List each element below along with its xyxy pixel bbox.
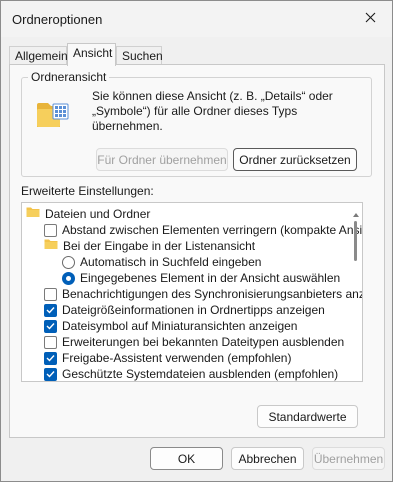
list-item-hide-extensions[interactable]: Erweiterungen bei bekannten Dateitypen a… <box>44 334 344 350</box>
list-item-label: Geschützte Systemdateien ausblenden (emp… <box>62 367 339 381</box>
apply-button[interactable]: Übernehmen <box>312 447 385 470</box>
list-item-label: Dateisymbol auf Miniaturansichten anzeig… <box>62 319 298 333</box>
reset-folders-button[interactable]: Ordner zurücksetzen <box>233 148 357 171</box>
tab-panel-ansicht: Ordneransicht Sie können diese Ansicht (… <box>9 64 385 438</box>
advanced-settings-list[interactable]: Dateien und Ordner Abstand zwischen Elem… <box>21 202 363 382</box>
folder-icon <box>44 238 58 254</box>
advanced-settings-label: Erweiterte Einstellungen: <box>21 184 154 198</box>
list-item-sharing-wizard[interactable]: Freigabe-Assistent verwenden (empfohlen) <box>44 350 291 366</box>
close-button[interactable] <box>348 1 392 37</box>
list-item-select-in-view[interactable]: Eingegebenes Element in der Ansicht ausw… <box>62 270 340 286</box>
list-item-label: Erweiterungen bei bekannten Dateitypen a… <box>62 335 345 349</box>
window-title: Ordneroptionen <box>12 12 103 27</box>
list-item-sync-notifications[interactable]: Benachrichtigungen des Synchronisierungs… <box>44 286 363 302</box>
list-item-label: Dateien und Ordner <box>45 207 151 221</box>
title-bar: Ordneroptionen <box>1 1 392 37</box>
checkbox-checked[interactable] <box>44 319 57 333</box>
list-item-hide-protected-system-files[interactable]: Geschützte Systemdateien ausblenden (emp… <box>44 366 339 381</box>
checkbox-checked[interactable] <box>44 367 57 381</box>
list-item-label: Freigabe-Assistent verwenden (empfohlen) <box>62 351 292 365</box>
checkbox[interactable] <box>44 287 57 301</box>
tab-ansicht[interactable]: Ansicht <box>67 43 116 66</box>
vertical-scrollbar[interactable] <box>350 203 362 381</box>
list-item-label: Abstand zwischen Elementen verringern (k… <box>62 223 363 237</box>
list-item-label: Bei der Eingabe in der Listenansicht <box>63 239 256 253</box>
folder-view-description: Sie können diese Ansicht (z. B. „Details… <box>92 89 333 133</box>
checkbox-checked[interactable] <box>44 351 57 365</box>
folder-view-group: Ordneransicht Sie können diese Ansicht (… <box>21 70 372 177</box>
radio-button[interactable] <box>62 255 75 269</box>
apply-to-folders-button[interactable]: Für Ordner übernehmen <box>96 148 228 171</box>
scroll-up-icon[interactable] <box>353 206 359 220</box>
restore-defaults-button[interactable]: Standardwerte <box>257 405 358 428</box>
list-item-label: Benachrichtigungen des Synchronisierungs… <box>62 287 363 301</box>
folder-icon <box>26 206 40 222</box>
checkbox[interactable] <box>44 335 57 349</box>
tab-allgemein[interactable]: Allgemein <box>9 46 68 65</box>
checkbox-checked[interactable] <box>44 303 57 317</box>
dialog-footer: OK Abbrechen Übernehmen <box>1 438 392 481</box>
scrollbar-thumb[interactable] <box>354 221 357 261</box>
cancel-button[interactable]: Abbrechen <box>231 447 304 470</box>
list-item-compact-view[interactable]: Abstand zwischen Elementen verringern (k… <box>44 222 363 238</box>
close-icon <box>365 12 376 26</box>
list-item-label: Dateigrößeinformationen in Ordnertipps a… <box>62 303 325 317</box>
folder-options-dialog: Ordneroptionen Allgemein Ansicht Suchen … <box>0 0 393 482</box>
list-item-label: Automatisch in Suchfeld eingeben <box>80 255 262 269</box>
folder-view-legend: Ordneransicht <box>28 70 110 84</box>
tab-strip: Allgemein Ansicht Suchen <box>9 43 385 66</box>
list-item-label: Eingegebenes Element in der Ansicht ausw… <box>80 271 341 285</box>
ok-button[interactable]: OK <box>150 447 223 470</box>
radio-button-selected[interactable] <box>62 271 75 285</box>
tab-suchen[interactable]: Suchen <box>116 46 163 65</box>
list-item-file-size-info[interactable]: Dateigrößeinformationen in Ordnertipps a… <box>44 302 325 318</box>
checkbox[interactable] <box>44 223 57 237</box>
folder-view-icon <box>36 100 70 130</box>
list-item-search-box[interactable]: Automatisch in Suchfeld eingeben <box>62 254 261 270</box>
tree-node-list-typing[interactable]: Bei der Eingabe in der Listenansicht <box>44 238 255 254</box>
list-item-thumbnail-icon[interactable]: Dateisymbol auf Miniaturansichten anzeig… <box>44 318 297 334</box>
tree-node-files-folders[interactable]: Dateien und Ordner <box>26 206 150 222</box>
